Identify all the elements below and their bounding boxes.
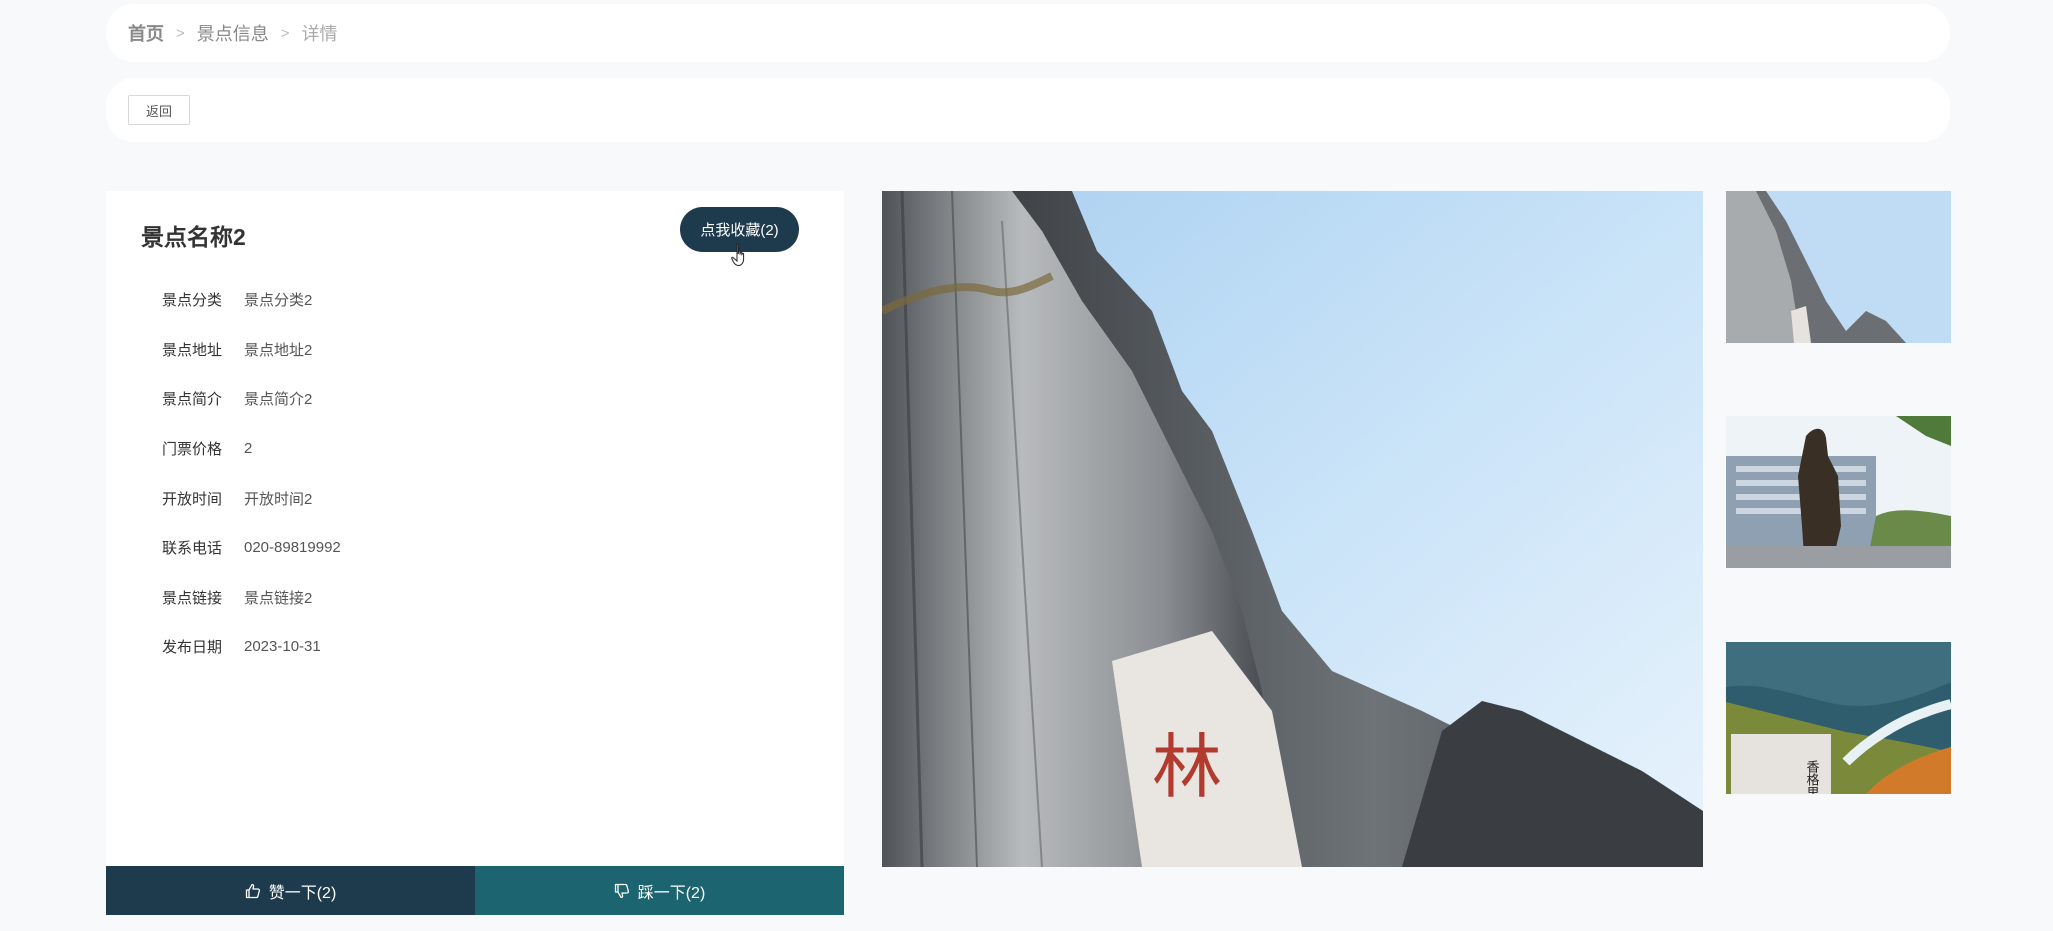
breadcrumb-separator: > bbox=[176, 24, 185, 42]
thumbnail-caption: 香格里 bbox=[1804, 760, 1820, 794]
hand-cursor-icon bbox=[731, 243, 745, 267]
stone-forest-thumbnail bbox=[1726, 191, 1951, 343]
breadcrumb-current: 详情 bbox=[301, 24, 338, 44]
field-row: 景点简介 景点简介2 bbox=[106, 374, 844, 424]
toolbar: 返回 bbox=[106, 78, 1950, 142]
breadcrumb-section[interactable]: 景点信息 bbox=[197, 20, 269, 46]
field-value: 景点地址2 bbox=[244, 341, 313, 359]
spot-info-card: 景点名称2 点我收藏(2) 景点分类 景点分类2 景点地址 景点地址2 景点简介… bbox=[106, 191, 844, 915]
field-label: 联系电话 bbox=[161, 540, 222, 558]
field-row: 门票价格 2 bbox=[106, 424, 844, 474]
field-row: 景点分类 景点分类2 bbox=[106, 275, 844, 325]
vote-bar: 赞一下(2) 踩一下(2) bbox=[106, 866, 844, 915]
field-value: 景点简介2 bbox=[244, 391, 313, 409]
thumbs-down-icon bbox=[614, 883, 629, 898]
stone-forest-photo: 林 bbox=[882, 191, 1703, 867]
breadcrumb-separator: > bbox=[280, 24, 290, 42]
field-value: 景点分类2 bbox=[244, 292, 313, 310]
field-row: 景点地址 景点地址2 bbox=[106, 325, 844, 375]
statue-thumbnail bbox=[1726, 416, 1951, 568]
spot-fields: 景点分类 景点分类2 景点地址 景点地址2 景点简介 景点简介2 门票价格 2 … bbox=[106, 275, 844, 672]
dislike-label: 踩一下(2) bbox=[637, 884, 706, 902]
rock-inscription: 林 bbox=[1152, 726, 1222, 808]
dislike-button[interactable]: 踩一下(2) bbox=[475, 866, 844, 915]
field-row: 发布日期 2023-10-31 bbox=[106, 622, 844, 672]
field-value: 2023-10-31 bbox=[244, 638, 321, 656]
field-value: 景点链接2 bbox=[244, 589, 313, 607]
field-label: 景点地址 bbox=[161, 341, 222, 359]
field-label: 门票价格 bbox=[161, 441, 222, 459]
landscape-thumbnail: 香格里 bbox=[1726, 642, 1951, 794]
thumbnail-1[interactable] bbox=[1726, 191, 1951, 343]
field-row: 联系电话 020-89819992 bbox=[106, 523, 844, 573]
thumbs-up-icon bbox=[245, 883, 260, 898]
field-value: 开放时间2 bbox=[244, 490, 313, 508]
field-row: 景点链接 景点链接2 bbox=[106, 573, 844, 623]
breadcrumb: 首页 > 景点信息 > 详情 bbox=[128, 20, 338, 46]
field-label: 景点分类 bbox=[161, 292, 222, 310]
field-value: 020-89819992 bbox=[244, 539, 341, 557]
thumbnail-2[interactable] bbox=[1726, 416, 1951, 568]
thumbnail-3[interactable]: 香格里 bbox=[1726, 642, 1951, 794]
breadcrumb-home[interactable]: 首页 bbox=[128, 20, 164, 46]
field-row: 开放时间 开放时间2 bbox=[106, 473, 844, 523]
breadcrumb-bar: 首页 > 景点信息 > 详情 bbox=[106, 4, 1950, 62]
back-button[interactable]: 返回 bbox=[128, 95, 190, 125]
field-label: 开放时间 bbox=[161, 490, 222, 508]
field-value: 2 bbox=[244, 440, 253, 458]
spot-name: 景点名称2 bbox=[141, 224, 246, 250]
field-label: 发布日期 bbox=[161, 639, 222, 657]
like-label: 赞一下(2) bbox=[268, 884, 337, 902]
field-label: 景点简介 bbox=[161, 391, 222, 409]
like-button[interactable]: 赞一下(2) bbox=[106, 866, 475, 915]
main-image: 林 bbox=[882, 191, 1703, 867]
field-label: 景点链接 bbox=[161, 589, 222, 607]
